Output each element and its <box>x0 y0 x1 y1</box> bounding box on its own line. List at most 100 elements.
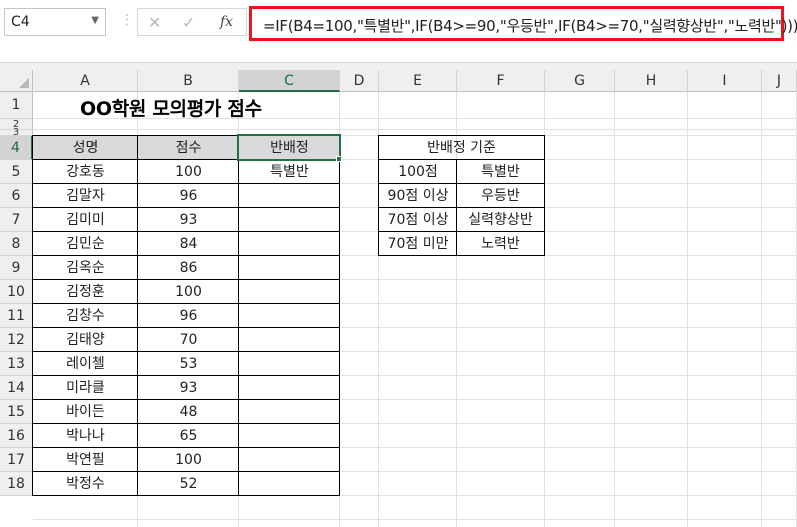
student-score-cell[interactable]: 96 <box>138 184 239 208</box>
fill-handle[interactable] <box>336 156 342 162</box>
student-score-cell[interactable]: 65 <box>138 424 239 448</box>
table-border-h <box>32 255 340 256</box>
sheet-title[interactable]: OO학원 모의평가 점수 <box>80 94 262 121</box>
student-name-cell[interactable]: 강호동 <box>33 160 138 184</box>
formula-bar-splitter-icon[interactable]: ⋮ <box>120 12 134 28</box>
student-name-cell[interactable]: 레이첼 <box>33 352 138 376</box>
cancel-icon[interactable]: ✕ <box>148 13 161 32</box>
student-class-cell[interactable] <box>239 352 340 376</box>
row-header-16[interactable]: 16 <box>0 424 33 448</box>
row-header-12[interactable]: 12 <box>0 328 33 352</box>
student-class-cell[interactable] <box>239 232 340 256</box>
student-score-cell[interactable]: 100 <box>138 160 239 184</box>
criteria-border-h <box>378 255 545 256</box>
gridline-v <box>761 92 762 527</box>
student-score-cell[interactable]: 53 <box>138 352 239 376</box>
chevron-down-icon[interactable]: ▼ <box>91 15 99 26</box>
criteria-condition-cell[interactable]: 90점 이상 <box>379 184 457 208</box>
select-all-button[interactable] <box>0 70 33 92</box>
table-border-h <box>32 495 340 496</box>
criteria-class-cell[interactable]: 노력반 <box>457 232 544 256</box>
student-score-cell[interactable]: 100 <box>138 448 239 472</box>
insert-function-icon[interactable]: fx <box>220 14 233 30</box>
criteria-condition-cell[interactable]: 70점 이상 <box>379 208 457 232</box>
table-border-h <box>32 471 340 472</box>
row-header-14[interactable]: 14 <box>0 376 33 400</box>
criteria-class-cell[interactable]: 우등반 <box>457 184 544 208</box>
student-name-cell[interactable]: 김창수 <box>33 304 138 328</box>
row-header-9[interactable]: 9 <box>0 256 33 280</box>
row-header-17[interactable]: 17 <box>0 448 33 472</box>
student-class-cell[interactable] <box>239 424 340 448</box>
student-class-cell[interactable] <box>239 400 340 424</box>
column-header-f[interactable]: F <box>457 70 545 92</box>
column-header-j[interactable]: J <box>762 70 797 92</box>
criteria-class-cell[interactable]: 특별반 <box>457 160 544 184</box>
row-header-13[interactable]: 13 <box>0 352 33 376</box>
student-class-cell[interactable] <box>239 280 340 304</box>
row-header-15[interactable]: 15 <box>0 400 33 424</box>
student-score-cell[interactable]: 52 <box>138 472 239 496</box>
criteria-border-v <box>378 135 379 256</box>
table-header-1[interactable]: 점수 <box>138 136 239 160</box>
row-header-18[interactable]: 18 <box>0 472 33 496</box>
row-header-1[interactable]: 1 <box>0 92 33 119</box>
column-header-e[interactable]: E <box>379 70 457 92</box>
worksheet-grid[interactable]: ABCDEFGHIJ 1 2 3 4 5 6 7 8 9 10 11 12 13 14 15 16 17 18 O… <box>0 70 797 527</box>
enter-check-icon[interactable]: ✓ <box>182 13 195 32</box>
column-header-g[interactable]: G <box>545 70 615 92</box>
student-class-cell[interactable] <box>239 328 340 352</box>
student-name-cell[interactable]: 김민순 <box>33 232 138 256</box>
student-name-cell[interactable]: 바이든 <box>33 400 138 424</box>
column-header-c[interactable]: C <box>239 70 340 92</box>
column-header-i[interactable]: I <box>688 70 762 92</box>
student-class-cell[interactable] <box>239 208 340 232</box>
criteria-border-v <box>456 159 457 256</box>
student-name-cell[interactable]: 박연필 <box>33 448 138 472</box>
student-class-cell[interactable]: 특별반 <box>239 160 340 184</box>
table-header-0[interactable]: 성명 <box>33 136 138 160</box>
student-name-cell[interactable]: 박나나 <box>33 424 138 448</box>
student-name-cell[interactable]: 박정수 <box>33 472 138 496</box>
column-header-h[interactable]: H <box>615 70 688 92</box>
criteria-condition-cell[interactable]: 100점 <box>379 160 457 184</box>
student-score-cell[interactable]: 96 <box>138 304 239 328</box>
row-header-10[interactable]: 10 <box>0 280 33 304</box>
column-header-d[interactable]: D <box>340 70 379 92</box>
criteria-class-cell[interactable]: 실력향상반 <box>457 208 544 232</box>
column-header-a[interactable]: A <box>33 70 138 92</box>
student-class-cell[interactable] <box>239 376 340 400</box>
table-border-v <box>238 135 239 496</box>
table-border-h <box>32 279 340 280</box>
row-header-4[interactable]: 4 <box>0 136 33 160</box>
student-name-cell[interactable]: 미라클 <box>33 376 138 400</box>
formula-input[interactable]: =IF(B4=100,"특별반",IF(B4>=90,"우등반",IF(B4>=… <box>249 6 797 41</box>
criteria-title[interactable]: 반배정 기준 <box>379 136 544 160</box>
student-score-cell[interactable]: 84 <box>138 232 239 256</box>
student-class-cell[interactable] <box>239 304 340 328</box>
student-name-cell[interactable]: 김말자 <box>33 184 138 208</box>
student-score-cell[interactable]: 93 <box>138 208 239 232</box>
student-name-cell[interactable]: 김정훈 <box>33 280 138 304</box>
criteria-condition-cell[interactable]: 70점 미만 <box>379 232 457 256</box>
row-header-11[interactable]: 11 <box>0 304 33 328</box>
row-header-6[interactable]: 6 <box>0 184 33 208</box>
row-header-8[interactable]: 8 <box>0 232 33 256</box>
student-name-cell[interactable]: 김옥순 <box>33 256 138 280</box>
student-class-cell[interactable] <box>239 256 340 280</box>
student-score-cell[interactable]: 48 <box>138 400 239 424</box>
student-name-cell[interactable]: 김태양 <box>33 328 138 352</box>
student-score-cell[interactable]: 93 <box>138 376 239 400</box>
student-class-cell[interactable] <box>239 472 340 496</box>
student-class-cell[interactable] <box>239 184 340 208</box>
name-box[interactable]: C4 ▼ <box>4 8 106 36</box>
student-score-cell[interactable]: 100 <box>138 280 239 304</box>
student-class-cell[interactable] <box>239 448 340 472</box>
student-name-cell[interactable]: 김미미 <box>33 208 138 232</box>
student-score-cell[interactable]: 86 <box>138 256 239 280</box>
row-header-5[interactable]: 5 <box>0 160 33 184</box>
column-header-b[interactable]: B <box>138 70 239 92</box>
row-header-7[interactable]: 7 <box>0 208 33 232</box>
student-score-cell[interactable]: 70 <box>138 328 239 352</box>
formula-bar-divider <box>0 62 797 70</box>
